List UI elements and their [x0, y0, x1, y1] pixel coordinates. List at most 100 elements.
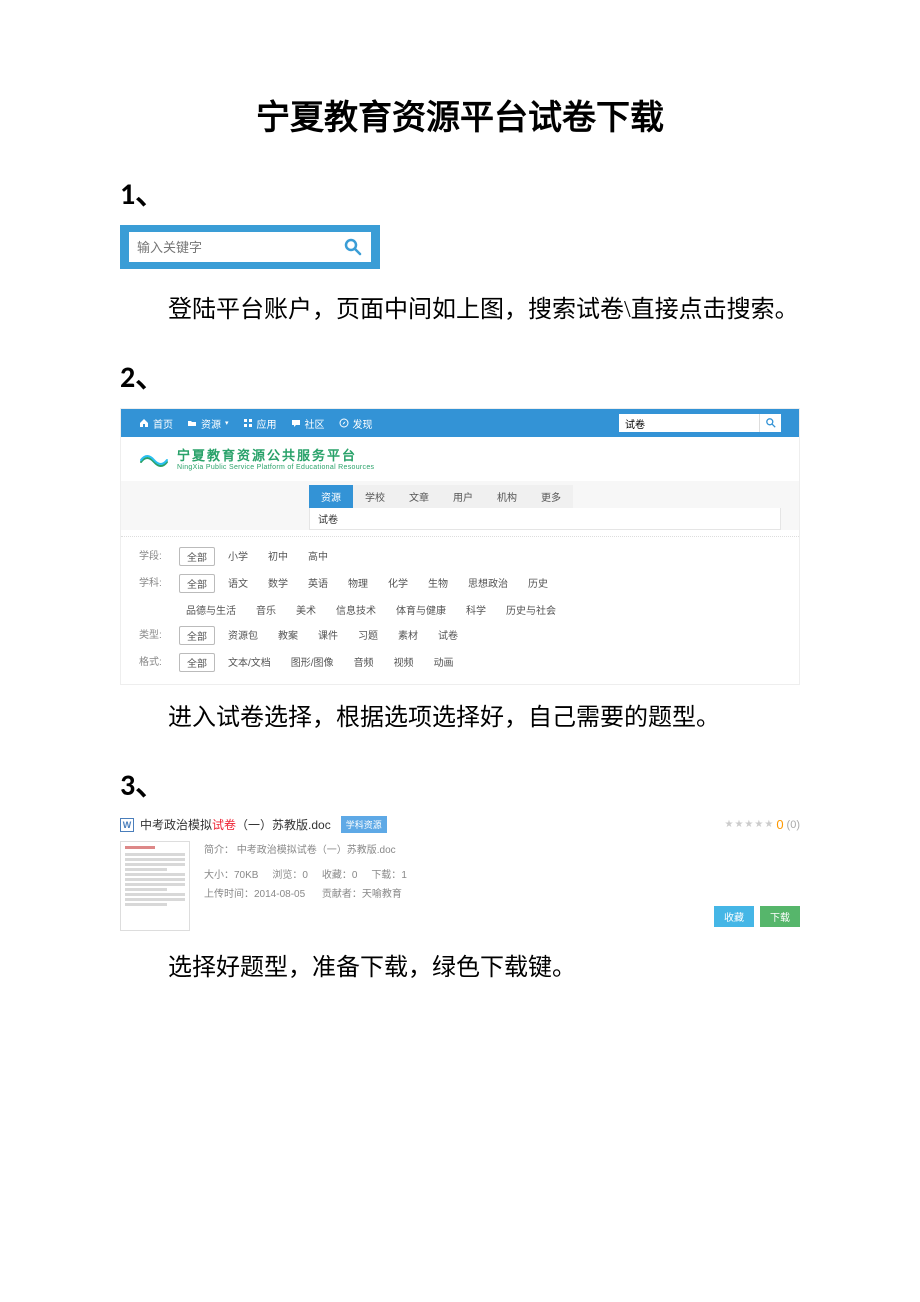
filter-type-opt[interactable]: 资源包 [221, 626, 265, 643]
dl-value: 1 [401, 870, 407, 881]
search-input[interactable] [129, 240, 343, 255]
figure-3-result: W 中考政治模拟试卷（一）苏教版.doc 学科资源 ★ ★ ★ ★ ★ 0 (0… [120, 816, 800, 931]
filter-subject-opt[interactable]: 品德与生活 [179, 601, 243, 618]
filter-stage-opt[interactable]: 高中 [301, 547, 335, 564]
filter-subject-opt[interactable]: 思想政治 [461, 574, 515, 591]
filter-subject-opt[interactable]: 语文 [221, 574, 255, 591]
view-value: 0 [302, 870, 308, 881]
filter-subject-opt[interactable]: 历史与社会 [499, 601, 563, 618]
figure-1-searchbar [120, 225, 380, 269]
download-button[interactable]: 下载 [760, 906, 800, 927]
figure-2-tabs: 资源 学校 文章 用户 机构 更多 试卷 [121, 481, 799, 530]
topbar-search [619, 414, 781, 432]
filter-format-label: 格式: [139, 653, 173, 668]
figure-2-keyword: 试卷 [318, 511, 338, 526]
view-label: 浏览： [272, 870, 302, 881]
tab-resource[interactable]: 资源 [309, 485, 353, 508]
intro-value: 中考政治模拟试卷（一）苏教版.doc [237, 845, 396, 856]
filter-type-opt[interactable]: 试卷 [431, 626, 465, 643]
home-icon [139, 418, 149, 428]
filter-type-opt[interactable]: 课件 [311, 626, 345, 643]
tab-more[interactable]: 更多 [529, 485, 573, 508]
tab-article[interactable]: 文章 [397, 485, 441, 508]
filter-stage-selected[interactable]: 全部 [179, 547, 215, 566]
result-body: 简介： 中考政治模拟试卷（一）苏教版.doc 大小：70KB 浏览：0 收藏：0… [120, 841, 800, 931]
search-icon[interactable] [343, 237, 363, 257]
filter-format-opt[interactable]: 音频 [347, 653, 381, 670]
logo-text: 宁夏教育资源公共服务平台 NingXia Public Service Plat… [177, 445, 374, 471]
figure-2-keyword-box: 试卷 [309, 508, 781, 530]
filter-subject-selected[interactable]: 全部 [179, 574, 215, 593]
step-3-text: 选择好题型，准备下载，绿色下载键。 [120, 947, 800, 990]
star-icon: ★ [764, 819, 773, 830]
filter-stage-label: 学段: [139, 547, 173, 562]
page-title: 宁夏教育资源平台试卷下载 [120, 90, 800, 139]
nav-app[interactable]: 应用 [243, 416, 277, 431]
filter-format-opt[interactable]: 文本/文档 [221, 653, 278, 670]
nav-app-label: 应用 [257, 416, 277, 431]
time-label: 上传时间： [204, 889, 254, 900]
tab-org[interactable]: 机构 [485, 485, 529, 508]
filter-format-opt[interactable]: 视频 [387, 653, 421, 670]
topbar-search-input[interactable] [619, 414, 759, 432]
result-rating: ★ ★ ★ ★ ★ 0 (0) [724, 817, 800, 832]
filter-subject-opt[interactable]: 生物 [421, 574, 455, 591]
size-value: 70KB [234, 870, 258, 881]
filter-type-selected[interactable]: 全部 [179, 626, 215, 645]
filter-stage-opt[interactable]: 初中 [261, 547, 295, 564]
filter-type-opt[interactable]: 习题 [351, 626, 385, 643]
nav-home[interactable]: 首页 [139, 416, 173, 431]
filter-subject-opt[interactable]: 化学 [381, 574, 415, 591]
rating-value: 0 [776, 817, 783, 832]
result-badge: 学科资源 [341, 816, 387, 833]
nav-resource[interactable]: 资源 ▾ [187, 416, 229, 431]
result-title-pre: 中考政治模拟 [140, 818, 212, 832]
filter-subject-opt[interactable]: 科学 [459, 601, 493, 618]
figure-2-filters: 学段: 全部 小学 初中 高中 学科: 全部 语文 数学 英语 物理 化学 生物… [121, 536, 799, 684]
chevron-down-icon: ▾ [225, 419, 229, 427]
intro-label: 简介： [204, 845, 234, 856]
nav-community[interactable]: 社区 [291, 416, 325, 431]
tab-school[interactable]: 学校 [353, 485, 397, 508]
filter-subject-opt[interactable]: 体育与健康 [389, 601, 453, 618]
star-icon: ★ [754, 819, 763, 830]
favorite-button[interactable]: 收藏 [714, 906, 754, 927]
filter-subject-row2: 品德与生活 音乐 美术 信息技术 体育与健康 科学 历史与社会 [139, 597, 781, 622]
grid-icon [243, 418, 253, 428]
star-icon: ★ [724, 819, 733, 830]
filter-type-opt[interactable]: 教案 [271, 626, 305, 643]
filter-format-opt[interactable]: 图形/图像 [284, 653, 341, 670]
result-thumbnail[interactable] [120, 841, 190, 931]
filter-stage-opt[interactable]: 小学 [221, 547, 255, 564]
result-header: W 中考政治模拟试卷（一）苏教版.doc 学科资源 ★ ★ ★ ★ ★ 0 (0… [120, 816, 800, 833]
filter-subject-label: 学科: [139, 574, 173, 589]
result-info: 简介： 中考政治模拟试卷（一）苏教版.doc 大小：70KB 浏览：0 收藏：0… [204, 841, 700, 904]
result-title-highlight: 试卷 [212, 818, 236, 832]
filter-subject-opt[interactable]: 美术 [289, 601, 323, 618]
filter-type-label: 类型: [139, 626, 173, 641]
nav-discover[interactable]: 发现 [339, 416, 373, 431]
nav-home-label: 首页 [153, 416, 173, 431]
filter-type-opt[interactable]: 素材 [391, 626, 425, 643]
filter-subject-opt[interactable]: 信息技术 [329, 601, 383, 618]
folder-icon [187, 418, 197, 428]
result-title[interactable]: 中考政治模拟试卷（一）苏教版.doc [140, 816, 331, 833]
filter-subject-opt[interactable]: 历史 [521, 574, 555, 591]
filter-format-opt[interactable]: 动画 [427, 653, 461, 670]
word-icon: W [120, 818, 134, 832]
rating-count: (0) [787, 819, 800, 831]
step-2-text: 进入试卷选择，根据选项选择好，自己需要的题型。 [120, 697, 800, 740]
filter-subject-opt[interactable]: 物理 [341, 574, 375, 591]
nav-resource-label: 资源 [201, 416, 221, 431]
topbar-search-button[interactable] [759, 414, 781, 432]
chat-icon [291, 418, 301, 428]
filter-stage: 学段: 全部 小学 初中 高中 [139, 543, 781, 570]
filter-subject-opt[interactable]: 英语 [301, 574, 335, 591]
fav-value: 0 [352, 870, 358, 881]
filter-format-selected[interactable]: 全部 [179, 653, 215, 672]
logo-en: NingXia Public Service Platform of Educa… [177, 464, 374, 471]
tab-user[interactable]: 用户 [441, 485, 485, 508]
filter-subject-opt[interactable]: 音乐 [249, 601, 283, 618]
filter-subject-opt[interactable]: 数学 [261, 574, 295, 591]
fav-label: 收藏： [322, 870, 352, 881]
